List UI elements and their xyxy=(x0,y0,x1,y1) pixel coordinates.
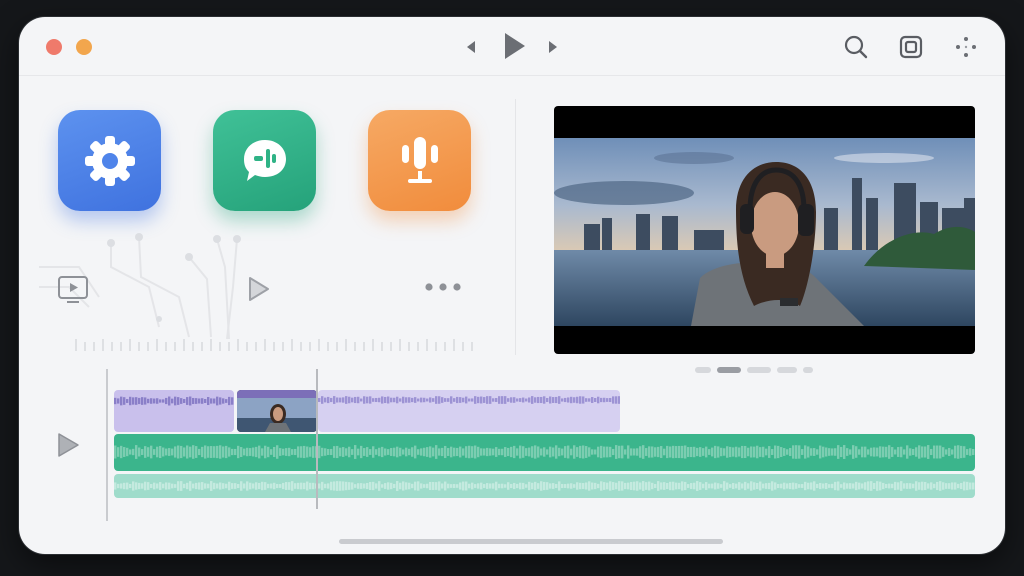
horizontal-scrollbar[interactable] xyxy=(339,539,723,544)
clip-waveform xyxy=(318,396,620,404)
video-clip-2[interactable] xyxy=(318,390,620,432)
play-outline-icon[interactable] xyxy=(245,275,273,303)
time-ruler xyxy=(75,339,473,351)
more-icon[interactable] xyxy=(952,33,980,61)
skip-forward-icon[interactable] xyxy=(545,37,561,57)
play-icon[interactable] xyxy=(499,31,529,61)
video-clip-thumbnail[interactable] xyxy=(237,390,317,432)
close-button[interactable] xyxy=(46,39,62,55)
clip-thumbnail-image xyxy=(237,390,317,432)
title-bar xyxy=(19,17,1005,75)
app-window xyxy=(19,17,1005,554)
video-pager xyxy=(695,366,813,374)
pager-dot-1[interactable] xyxy=(695,367,711,373)
audio-app-button[interactable] xyxy=(368,110,471,211)
audio-waveform xyxy=(114,445,975,459)
title-divider xyxy=(19,75,1005,76)
video-clip-1[interactable] xyxy=(114,390,234,432)
pager-dot-4[interactable] xyxy=(777,367,797,373)
timeline-track-line xyxy=(106,369,108,521)
video-preview[interactable] xyxy=(554,106,975,354)
panel-divider xyxy=(515,99,516,355)
playhead[interactable] xyxy=(316,369,318,509)
skip-back-icon[interactable] xyxy=(463,37,479,57)
pager-dot-3[interactable] xyxy=(747,367,771,373)
search-icon[interactable] xyxy=(842,33,870,61)
timeline-play-icon[interactable] xyxy=(55,431,81,459)
audio-waveform-secondary xyxy=(114,481,975,491)
chat-bubble-icon xyxy=(243,139,286,181)
clip-waveform xyxy=(114,396,234,406)
pager-dot-5[interactable] xyxy=(803,367,813,373)
fullscreen-icon[interactable] xyxy=(897,33,925,61)
video-frame-image xyxy=(554,138,975,326)
pager-dot-2[interactable] xyxy=(717,367,741,373)
more-dots-icon[interactable] xyxy=(423,279,463,295)
audio-track-main[interactable] xyxy=(114,434,975,471)
audio-track-secondary[interactable] xyxy=(114,474,975,498)
screen-play-icon[interactable] xyxy=(56,275,90,305)
chat-app-button[interactable] xyxy=(213,110,316,211)
minimize-button[interactable] xyxy=(76,39,92,55)
microphone-icon xyxy=(401,136,438,183)
settings-app-button[interactable] xyxy=(58,110,161,211)
gear-icon xyxy=(84,135,135,186)
